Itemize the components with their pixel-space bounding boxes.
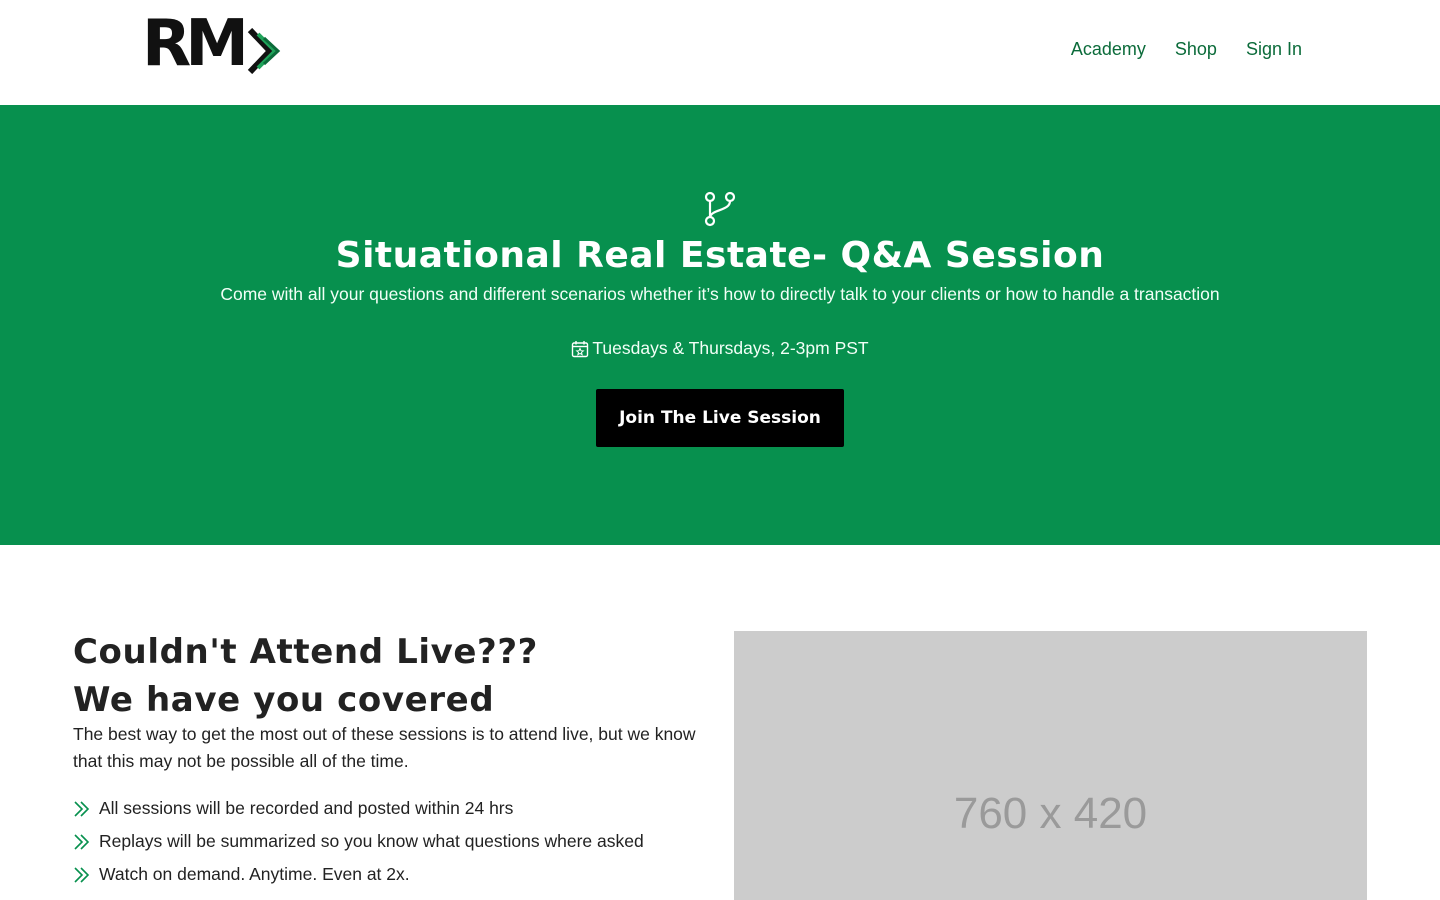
git-branch-icon — [704, 191, 736, 227]
list-item-text: All sessions will be recorded and posted… — [99, 798, 514, 818]
join-live-session-button[interactable]: Join The Live Session — [596, 389, 844, 447]
hero-subtitle: Come with all your questions and differe… — [220, 284, 1220, 304]
replay-heading-line-2: We have you covered — [73, 680, 495, 720]
list-item-text: Watch on demand. Anytime. Even at 2x. — [99, 864, 410, 884]
replay-heading: Couldn't Attend Live??? We have you cove… — [73, 628, 538, 724]
nav-academy-link[interactable]: Academy — [1071, 39, 1146, 60]
nav-sign-in-link[interactable]: Sign In — [1246, 39, 1302, 60]
nav-shop-link[interactable]: Shop — [1175, 39, 1217, 60]
double-chevron-right-icon — [73, 800, 99, 818]
replay-description: The best way to get the most out of thes… — [73, 724, 696, 771]
main-nav: Academy Shop Sign In — [1071, 39, 1302, 60]
list-item: Replays will be summarized so you know w… — [73, 825, 644, 858]
schedule-text: Tuesdays & Thursdays, 2-3pm PST — [592, 338, 869, 358]
calendar-star-icon — [572, 341, 589, 358]
logo-text: RM — [142, 7, 249, 81]
list-item: Watch on demand. Anytime. Even at 2x. — [73, 858, 644, 891]
list-item-text: Replays will be summarized so you know w… — [99, 831, 644, 851]
site-header: RM Academy Shop Sign In — [0, 0, 1440, 105]
double-chevron-right-icon — [73, 866, 99, 884]
page-title: Situational Real Estate- Q&A Session — [335, 235, 1105, 276]
list-item: All sessions will be recorded and posted… — [73, 792, 644, 825]
replay-image-placeholder: 760 x 420 — [734, 631, 1367, 900]
logo[interactable]: RM — [142, 12, 282, 82]
replay-heading-line-1: Couldn't Attend Live??? — [73, 632, 538, 672]
hero-section: Situational Real Estate- Q&A Session Com… — [0, 105, 1440, 545]
replay-benefits-list: All sessions will be recorded and posted… — [73, 792, 644, 891]
session-schedule: Tuesdays & Thursdays, 2-3pm PST — [0, 338, 1440, 359]
double-chevron-right-icon — [73, 833, 99, 851]
logo-arrows-icon — [247, 28, 281, 74]
placeholder-size-label: 760 x 420 — [953, 789, 1148, 838]
